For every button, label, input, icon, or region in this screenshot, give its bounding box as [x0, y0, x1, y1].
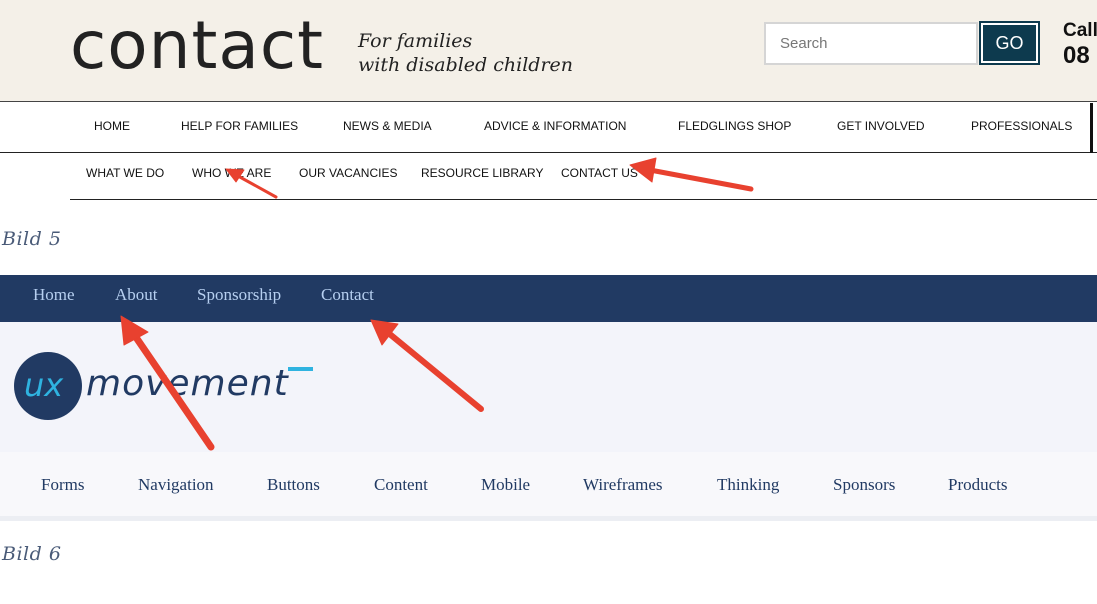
ux-nav-contact[interactable]: Contact — [321, 285, 374, 305]
ux-logo-area: ux movement — [0, 322, 1097, 452]
nav-fledglings-shop[interactable]: FLEDGLINGS SHOP — [678, 119, 791, 133]
nav-advice-information[interactable]: ADVICE & INFORMATION — [484, 119, 626, 133]
ux-bottom-rule — [0, 516, 1097, 521]
subnav-who-we-are[interactable]: WHO WE ARE — [192, 166, 271, 180]
nav-edge-divider — [1090, 103, 1093, 153]
ux-cat-buttons[interactable]: Buttons — [267, 475, 320, 495]
subnav-our-vacancies[interactable]: OUR VACANCIES — [299, 166, 397, 180]
tagline-line-1: For families — [358, 30, 473, 52]
ux-logo-word[interactable]: movement — [86, 360, 289, 408]
nav-news-media[interactable]: NEWS & MEDIA — [343, 119, 432, 133]
ux-nav-sponsorship[interactable]: Sponsorship — [197, 285, 281, 305]
call-number[interactable]: 08 — [1063, 42, 1090, 70]
ux-logo-dash — [288, 367, 313, 371]
ux-cat-forms[interactable]: Forms — [41, 475, 84, 495]
ux-cat-sponsors[interactable]: Sponsors — [833, 475, 895, 495]
figure-caption-6: Bild 6 — [2, 543, 62, 565]
ux-category-nav: Forms Navigation Buttons Content Mobile … — [0, 452, 1097, 516]
subnav-underline — [70, 199, 1097, 200]
ux-cat-thinking[interactable]: Thinking — [717, 475, 779, 495]
ux-cat-content[interactable]: Content — [374, 475, 428, 495]
nav-help-for-families[interactable]: HELP FOR FAMILIES — [181, 119, 298, 133]
figure-caption-5: Bild 5 — [2, 228, 62, 250]
search-go-button[interactable]: GO — [979, 21, 1040, 65]
subnav-contact-us[interactable]: CONTACT US — [561, 166, 638, 180]
ux-top-nav: Home About Sponsorship Contact — [0, 275, 1097, 322]
ux-cat-mobile[interactable]: Mobile — [481, 475, 530, 495]
subnav-what-we-do[interactable]: WHAT WE DO — [86, 166, 164, 180]
ux-cat-products[interactable]: Products — [948, 475, 1008, 495]
ux-cat-wireframes[interactable]: Wireframes — [583, 475, 663, 495]
subnav-resource-library[interactable]: RESOURCE LIBRARY — [421, 166, 543, 180]
search-input[interactable] — [764, 22, 978, 65]
nav-professionals[interactable]: PROFESSIONALS — [971, 119, 1072, 133]
call-label: Call — [1063, 20, 1097, 41]
sub-nav: WHAT WE DO WHO WE ARE OUR VACANCIES RESO… — [0, 153, 1097, 200]
nav-get-involved[interactable]: GET INVOLVED — [837, 119, 925, 133]
ux-logo-letters[interactable]: ux — [24, 362, 63, 408]
tagline-line-2: with disabled children — [358, 54, 574, 76]
contact-tagline: For families with disabled children — [358, 29, 573, 77]
ux-nav-about[interactable]: About — [115, 285, 158, 305]
ux-nav-home[interactable]: Home — [33, 285, 75, 305]
nav-home[interactable]: HOME — [94, 119, 130, 133]
main-nav: HOME HELP FOR FAMILIES NEWS & MEDIA ADVI… — [0, 101, 1097, 153]
contact-site-header: contact For families with disabled child… — [0, 0, 1097, 101]
contact-logo[interactable]: contact — [70, 6, 324, 86]
ux-cat-navigation[interactable]: Navigation — [138, 475, 214, 495]
